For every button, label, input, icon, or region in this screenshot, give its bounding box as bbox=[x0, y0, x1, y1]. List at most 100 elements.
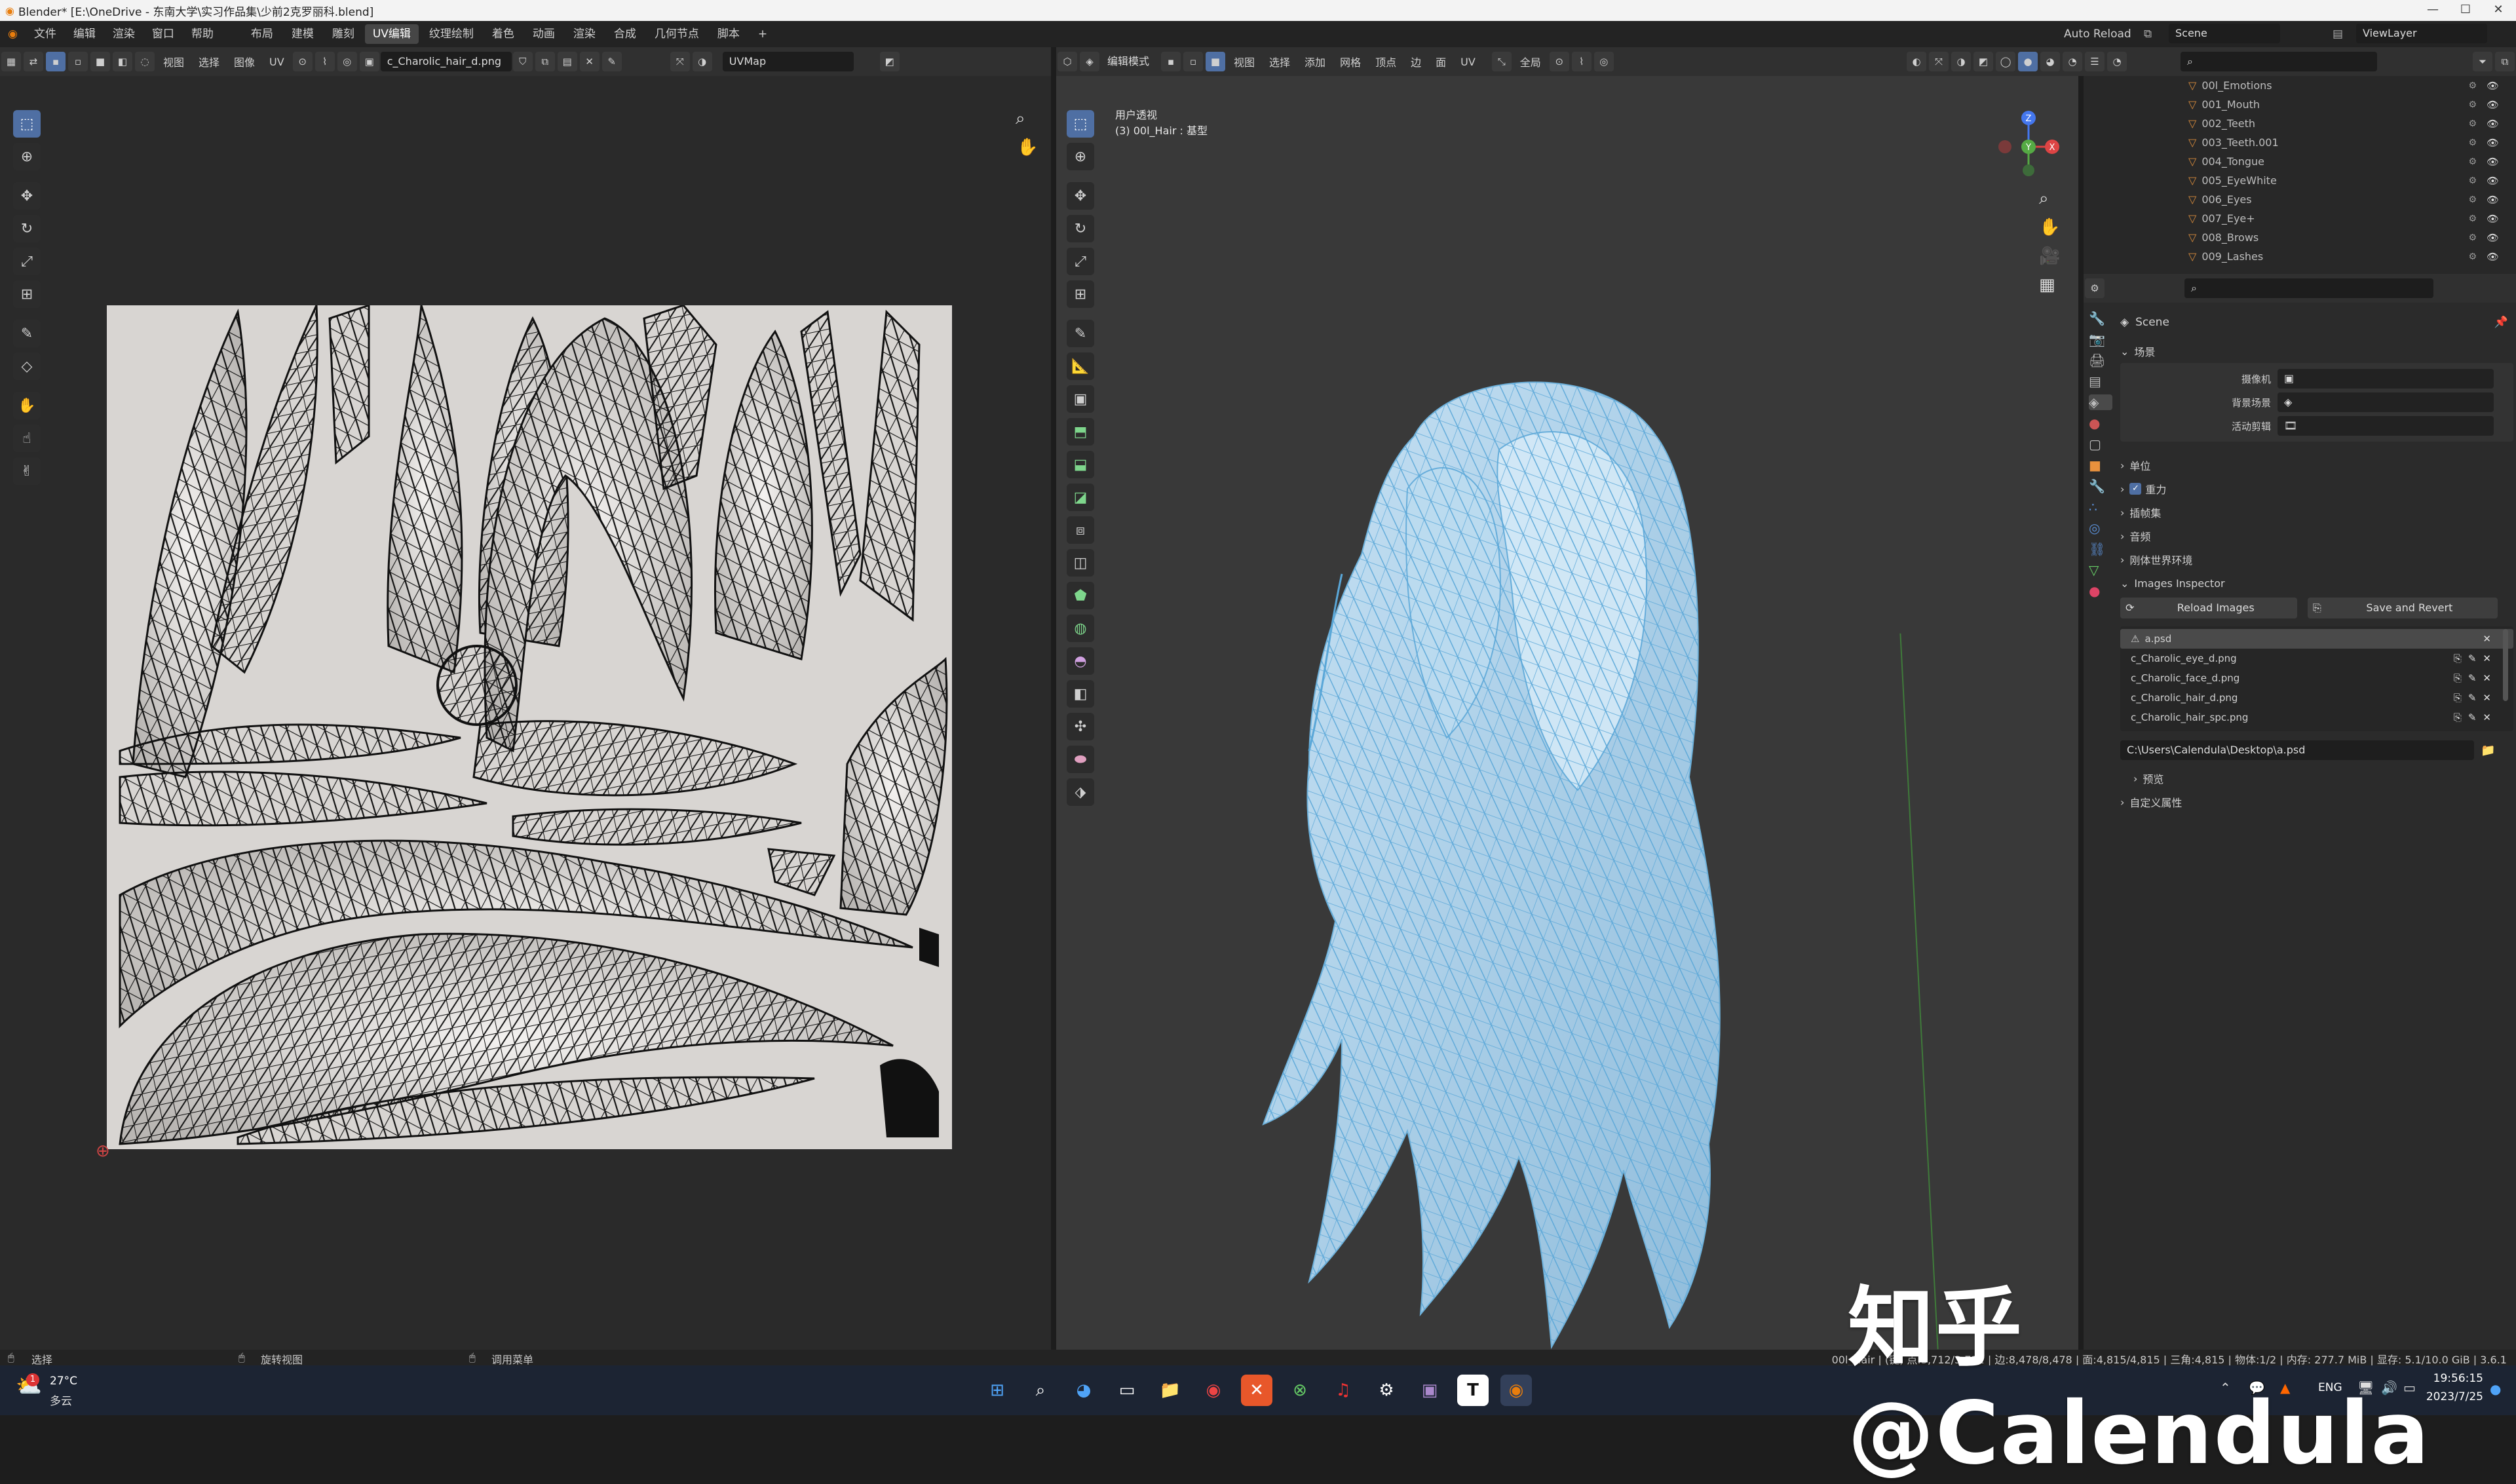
vp-rotate-icon[interactable]: ↻ bbox=[1067, 215, 1094, 242]
object-tab-icon[interactable]: ■ bbox=[2089, 457, 2112, 473]
vp-scale-icon[interactable]: ⤢ bbox=[1067, 248, 1094, 275]
active-clip-field[interactable]: 🎞 bbox=[2278, 416, 2494, 436]
edge-browser-icon[interactable]: ◕ bbox=[1068, 1375, 1099, 1406]
visibility-eye-icon[interactable]: 👁 bbox=[2487, 99, 2499, 111]
outliner-item[interactable]: ▽ 006_Eyes ⚙ 👁 bbox=[2084, 190, 2516, 209]
select-box-icon[interactable]: ⬚ bbox=[13, 110, 41, 138]
image-actions-icons[interactable]: ⎘✎✕ bbox=[2454, 692, 2498, 704]
transform-orientation[interactable]: 全局 bbox=[1513, 54, 1548, 69]
pin-scene-icon[interactable]: 📌 bbox=[2494, 316, 2508, 329]
preview-section[interactable]: › 预览 bbox=[2120, 767, 2513, 790]
face-mode-icon[interactable]: ■ bbox=[1206, 52, 1225, 71]
edge-select-icon[interactable]: ▫ bbox=[68, 52, 88, 71]
view-layer-selector[interactable]: ViewLayer bbox=[2356, 24, 2487, 43]
scene-section-header[interactable]: ⌄ 场景 bbox=[2120, 339, 2513, 363]
typora-icon[interactable]: T bbox=[1457, 1375, 1489, 1406]
menu-file[interactable]: 文件 bbox=[26, 21, 65, 47]
visibility-eye-icon[interactable]: 👁 bbox=[2487, 251, 2499, 263]
tab-compositing[interactable]: 合成 bbox=[606, 24, 644, 44]
material-tab-icon[interactable]: ● bbox=[2089, 583, 2112, 599]
tab-layout[interactable]: 布局 bbox=[243, 24, 281, 44]
editor-type-icon[interactable]: ▦ bbox=[1, 52, 21, 71]
netease-music-icon[interactable]: ♫ bbox=[1327, 1375, 1359, 1406]
hair-mesh-object[interactable] bbox=[1211, 358, 1801, 1367]
mode-selector[interactable]: 编辑模式 bbox=[1101, 52, 1160, 71]
rendered-shading-icon[interactable]: ◔ bbox=[2063, 52, 2082, 71]
vp-zoom-icon[interactable]: ⌕ bbox=[2039, 189, 2049, 209]
smooth-icon[interactable]: ◓ bbox=[1067, 647, 1094, 675]
2d-cursor-icon[interactable]: ⊕ bbox=[96, 1141, 110, 1161]
uv-texture-image[interactable] bbox=[107, 305, 952, 1149]
camera-view-icon[interactable]: 🎥 bbox=[2039, 246, 2060, 266]
outliner-type-icon[interactable]: ☰ bbox=[2085, 52, 2105, 71]
image-list-item[interactable]: ⚠ a.psd ✕ bbox=[2120, 629, 2513, 649]
menu-help[interactable]: 帮助 bbox=[183, 21, 222, 47]
editor-type-3d-icon[interactable]: ⬡ bbox=[1058, 52, 1077, 71]
rip-icon[interactable]: ◇ bbox=[13, 352, 41, 380]
cursor-icon[interactable]: ⊕ bbox=[13, 143, 41, 170]
view-layer-field[interactable]: ViewLayer bbox=[2356, 24, 2487, 43]
tab-uv-editing[interactable]: UV编辑 bbox=[364, 24, 419, 44]
edit-mode-icon[interactable]: ◈ bbox=[1080, 52, 1099, 71]
blender-taskbar-icon[interactable]: ◉ bbox=[1500, 1375, 1532, 1406]
scale-icon[interactable]: ⤢ bbox=[13, 248, 41, 275]
grab-icon[interactable]: ✋ bbox=[13, 392, 41, 419]
xray-icon[interactable]: ◩ bbox=[1973, 52, 1993, 71]
auto-reload-label[interactable]: Auto Reload bbox=[2064, 21, 2131, 47]
units-section[interactable]: › 单位 bbox=[2120, 453, 2513, 477]
poly-build-icon[interactable]: ⬟ bbox=[1067, 582, 1094, 609]
vp-menu-uv[interactable]: UV bbox=[1453, 56, 1483, 68]
windows-start-icon[interactable]: ⊞ bbox=[982, 1375, 1013, 1406]
new-collection-icon[interactable]: ⧉ bbox=[2495, 52, 2515, 71]
scene-tab-icon[interactable]: ◈ bbox=[2089, 394, 2112, 410]
outliner-item[interactable]: ▽ 005_EyeWhite ⚙ 👁 bbox=[2084, 171, 2516, 190]
vp-annotate-icon[interactable]: ✎ bbox=[1067, 320, 1094, 347]
visibility-eye-icon[interactable]: 👁 bbox=[2487, 156, 2499, 168]
uv-editor-area[interactable]: ⬚ ⊕ ✥ ↻ ⤢ ⊞ ✎ ◇ ✋ ☝ ✌ ⌕ ✋ ⊕ bbox=[0, 76, 1051, 1350]
vp-menu-mesh[interactable]: 网格 bbox=[1333, 54, 1368, 69]
image-list-item[interactable]: c_Charolic_face_d.png ⎘✎✕ bbox=[2120, 668, 2513, 688]
outliner-item[interactable]: ▽ 004_Tongue ⚙ 👁 bbox=[2084, 152, 2516, 171]
visibility-eye-icon[interactable]: 👁 bbox=[2487, 213, 2499, 225]
pin-icon[interactable]: ✎ bbox=[601, 52, 622, 71]
annotate-icon[interactable]: ✎ bbox=[13, 320, 41, 347]
pivot-point-icon[interactable]: ⊙ bbox=[1549, 52, 1569, 71]
shrink-icon[interactable]: ✣ bbox=[1067, 713, 1094, 740]
overlays-icon[interactable]: ◑ bbox=[1951, 52, 1971, 71]
outliner-item[interactable]: ▽ 009_Lashes ⚙ 👁 bbox=[2084, 247, 2516, 266]
output-tab-icon[interactable]: 🖨 bbox=[2089, 352, 2112, 368]
image-actions-icons[interactable]: ⎘✎✕ bbox=[2454, 712, 2498, 723]
island-select-icon[interactable]: ◧ bbox=[113, 52, 132, 71]
view-layer-tab-icon[interactable]: ▤ bbox=[2089, 373, 2112, 389]
vp-menu-face[interactable]: 面 bbox=[1428, 54, 1453, 69]
snap-icon[interactable]: ⌇ bbox=[314, 52, 335, 71]
uv-menu-image[interactable]: 图像 bbox=[227, 54, 262, 69]
remove-image-icon[interactable]: ✕ bbox=[2483, 633, 2498, 645]
vertex-select-icon[interactable]: ▪ bbox=[46, 52, 66, 71]
menu-window[interactable]: 窗口 bbox=[143, 21, 183, 47]
tab-shading[interactable]: 着色 bbox=[484, 24, 522, 44]
properties-search[interactable]: ⌕ bbox=[2184, 278, 2433, 298]
bevel-icon[interactable]: ◪ bbox=[1067, 484, 1094, 511]
vp-cursor-icon[interactable]: ⊕ bbox=[1067, 143, 1094, 170]
image-list-item[interactable]: c_Charolic_eye_d.png ⎘✎✕ bbox=[2120, 649, 2513, 668]
tab-sculpting[interactable]: 雕刻 bbox=[324, 24, 362, 44]
image-browse-icon[interactable]: ▣ bbox=[359, 52, 379, 71]
sticky-mode-icon[interactable]: ◌ bbox=[135, 52, 155, 71]
vp-transform-icon[interactable]: ⊞ bbox=[1067, 280, 1094, 308]
world-tab-icon[interactable]: ● bbox=[2089, 415, 2112, 431]
data-tab-icon[interactable]: ▽ bbox=[2089, 562, 2112, 578]
open-image-icon[interactable]: ▤ bbox=[557, 52, 577, 71]
keying-sets-section[interactable]: › 插帧集 bbox=[2120, 501, 2513, 524]
3d-viewport[interactable]: 用户透视 (3) 00l_Hair : 基型 ⬚ ⊕ ✥ ↻ ⤢ ⊞ ✎ 📐 ▣… bbox=[1056, 76, 2078, 1350]
spin-icon[interactable]: ◍ bbox=[1067, 615, 1094, 642]
properties-type-icon[interactable]: ⚙ bbox=[2085, 278, 2105, 298]
save-and-revert-button[interactable]: ⎘ Save and Revert bbox=[2308, 598, 2498, 618]
minimize-button[interactable]: — bbox=[2416, 0, 2449, 21]
pan-hand-icon[interactable]: ✋ bbox=[1017, 138, 1038, 157]
physics-tab-icon[interactable]: ◎ bbox=[2089, 520, 2112, 536]
vp-menu-select[interactable]: 选择 bbox=[1262, 54, 1297, 69]
transform-orientation-icon[interactable]: ⤡ bbox=[1491, 52, 1512, 71]
vertex-mode-icon[interactable]: ▪ bbox=[1161, 52, 1181, 71]
xbox-icon[interactable]: ⊗ bbox=[1284, 1375, 1316, 1406]
